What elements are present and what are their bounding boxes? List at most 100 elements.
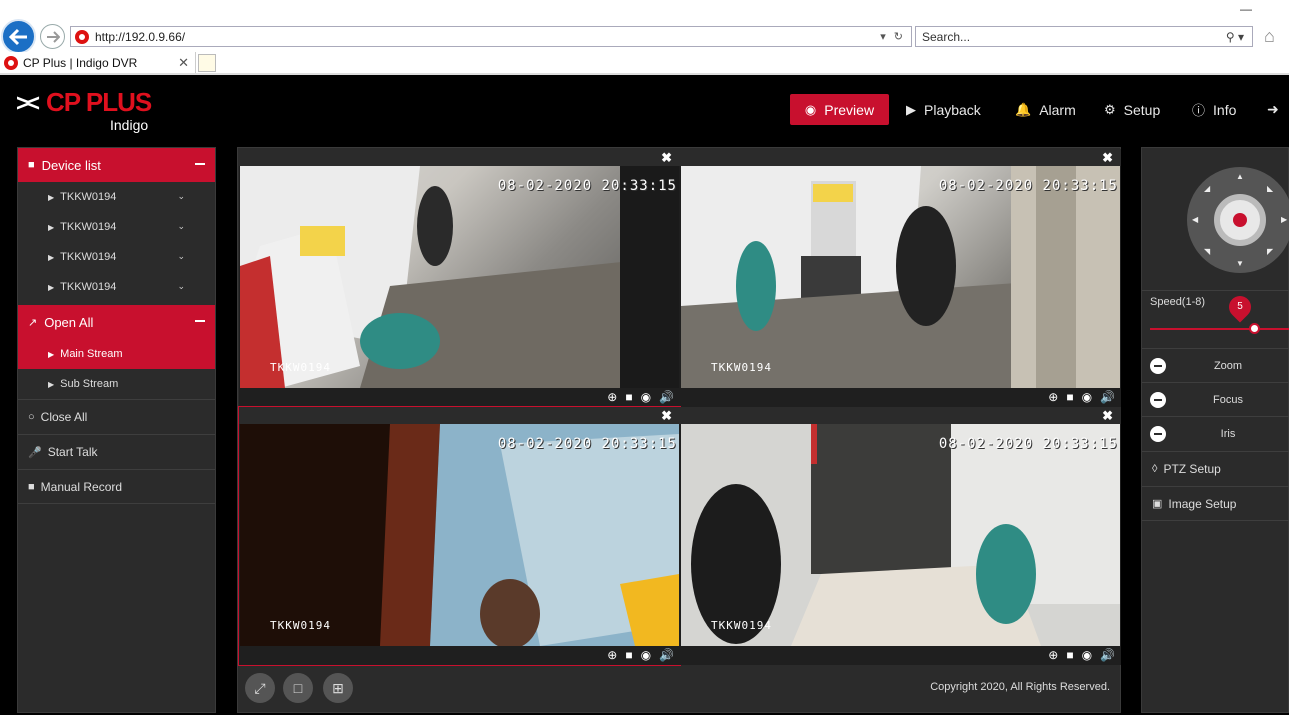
image-setup-button[interactable]: ▣ Image Setup [1142,486,1289,521]
single-square-icon: □ [293,680,303,696]
open-all-header[interactable]: ↗ Open All [18,305,215,339]
ptz-center-button[interactable] [1214,194,1266,246]
camera-cell[interactable]: ✖ 08-02-2020 20:33:15 TKKW0194 ⊕ ■ ◉ 🔊 [680,149,1121,407]
manual-record-button[interactable]: ■ Manual Record [18,469,215,504]
new-tab-button[interactable] [198,54,216,72]
device-item[interactable]: ▶ TKKW0194 ⌄ [18,182,215,212]
camera-video[interactable]: 08-02-2020 20:33:15 TKKW0194 [681,424,1120,646]
ptz-setup-button[interactable]: ◊ PTZ Setup [1142,451,1289,486]
camera-cell-selected[interactable]: ✖ 08-02-2020 20:33:15 TKKW0194 ⊕ ■ ◉ 🔊 [238,406,681,666]
camera-cell[interactable]: ✖ 08-02-2020 20:33:15 TKKW0194 ⊕ ■ ◉ 🔊 [239,149,680,407]
chevron-down-icon[interactable]: ⌄ [177,191,185,202]
iris-minus-icon[interactable] [1150,425,1166,442]
zoom-in-icon[interactable]: ⊕ [607,390,617,404]
search-icon[interactable]: ⚲ ▾ [1226,30,1244,44]
bell-icon: 🔔 [1015,101,1032,117]
nav-info[interactable]: ⓘ Info [1192,94,1236,125]
audio-icon[interactable]: 🔊 [1100,390,1115,404]
camera-video[interactable]: 08-02-2020 20:33:15 TKKW0194 [240,166,679,388]
external-link-icon: ↗ [28,316,38,329]
entrance-scene [681,424,1120,646]
ptz-upleft-icon[interactable]: ◢ [1204,184,1210,193]
chevron-down-icon[interactable]: ⌄ [177,281,185,292]
logout-button[interactable]: ➜ [1267,94,1279,125]
zoom-in-icon[interactable]: ⊕ [1048,390,1058,404]
search-box[interactable]: Search... ⚲ ▾ [915,26,1253,47]
close-all-button[interactable]: ○ Close All [18,399,215,434]
close-icon[interactable]: ✖ [1102,150,1113,166]
record-icon[interactable]: ■ [625,648,632,662]
minimize-icon[interactable]: — [1240,2,1252,16]
focus-minus-icon[interactable] [1150,391,1166,408]
main-stream-item[interactable]: ▶ Main Stream [18,339,215,369]
close-icon[interactable]: ✖ [661,150,672,166]
audio-icon[interactable]: 🔊 [1100,648,1115,662]
collapse-icon[interactable] [195,320,205,322]
url-text[interactable]: http://192.0.9.66/ [95,30,880,44]
ptz-upright-icon[interactable]: ◣ [1267,184,1273,193]
chevron-down-icon[interactable]: ⌄ [177,251,185,262]
close-icon[interactable]: ✖ [1102,408,1113,424]
record-icon[interactable]: ■ [1066,390,1073,404]
audio-icon[interactable]: 🔊 [659,648,674,662]
camera-cell[interactable]: ✖ 08-02-2020 20:33:15 TKKW0194 ⊕ ■ ◉ 🔊 [680,407,1121,665]
iris-label: Iris [1220,427,1236,440]
speed-slider-handle[interactable] [1249,323,1260,334]
snapshot-icon[interactable]: ◉ [641,648,651,662]
close-icon[interactable]: ✖ [661,408,672,424]
nav-playback-label: Playback [924,101,981,118]
ptz-up-icon[interactable]: ▲ [1236,172,1244,181]
snapshot-icon[interactable]: ◉ [1082,390,1092,404]
ptz-down-icon[interactable]: ▼ [1236,259,1244,268]
ptz-left-icon[interactable]: ◀ [1192,215,1198,224]
start-talk-button[interactable]: 🎤 Start Talk [18,434,215,469]
cell-titlebar [680,407,1121,424]
speed-slider[interactable] [1150,328,1289,330]
quad-view-button[interactable]: ⊞ [323,673,353,703]
nav-preview[interactable]: ◉ Preview [790,94,889,125]
site-favicon-icon [75,29,89,44]
back-button[interactable] [1,19,36,54]
camera-video[interactable]: 08-02-2020 20:33:15 TKKW0194 [681,166,1120,388]
zoom-in-icon[interactable]: ⊕ [607,648,617,662]
device-item[interactable]: ▶ TKKW0194 ⌄ [18,212,215,242]
ptz-downright-icon[interactable]: ◤ [1267,247,1273,256]
browser-tab[interactable]: CP Plus | Indigo DVR ✕ [0,52,196,74]
device-item[interactable]: ▶ TKKW0194 ⌄ [18,272,215,302]
nav-setup[interactable]: ⚙ Setup [1104,94,1160,125]
cp-plus-logo: >< CP PLUS Indigo [16,87,156,133]
zoom-out-icon[interactable] [1150,357,1166,374]
search-input[interactable]: Search... [916,30,1226,44]
collapse-icon[interactable] [195,163,205,165]
forward-button[interactable] [40,24,65,49]
camera-video[interactable]: 08-02-2020 20:33:15 TKKW0194 [240,424,679,646]
tab-close-icon[interactable]: ✕ [178,55,189,71]
nav-playback[interactable]: ▶ Playback [906,94,981,125]
record-icon[interactable]: ■ [1066,648,1073,662]
refresh-icon[interactable]: ↻ [894,30,903,43]
snapshot-icon[interactable]: ◉ [1082,648,1092,662]
dropdown-icon[interactable]: ▾ [880,30,886,43]
home-icon[interactable]: ⌂ [1264,26,1275,47]
nav-alarm[interactable]: 🔔 Alarm [1015,94,1076,125]
device-item[interactable]: ▶ TKKW0194 ⌄ [18,242,215,272]
ptz-direction-pad[interactable]: ▲ ▼ ◀ ▶ ◢ ◣ ◥ ◤ [1187,167,1289,273]
sub-stream-item[interactable]: ▶ Sub Stream [18,369,215,399]
ptz-right-icon[interactable]: ▶ [1281,215,1287,224]
logo-mark-icon: >< [16,90,40,117]
address-bar[interactable]: http://192.0.9.66/ ▾ ↻ [70,26,912,47]
zoom-in-icon[interactable]: ⊕ [1048,648,1058,662]
logo-sub: Indigo [110,117,149,133]
device-name: TKKW0194 [60,251,117,263]
fullscreen-button[interactable]: ⤢ [245,673,275,703]
device-list-header[interactable]: ■ Device list [18,148,215,182]
single-view-button[interactable]: □ [283,673,313,703]
ptz-downleft-icon[interactable]: ◥ [1204,247,1210,256]
grid-icon: ⊞ [332,679,344,696]
chevron-down-icon[interactable]: ⌄ [177,221,185,232]
record-icon[interactable]: ■ [625,390,632,404]
speed-value: 5 [1237,301,1243,312]
zoom-control: Zoom [1142,348,1289,382]
snapshot-icon[interactable]: ◉ [641,390,651,404]
audio-icon[interactable]: 🔊 [659,390,674,404]
